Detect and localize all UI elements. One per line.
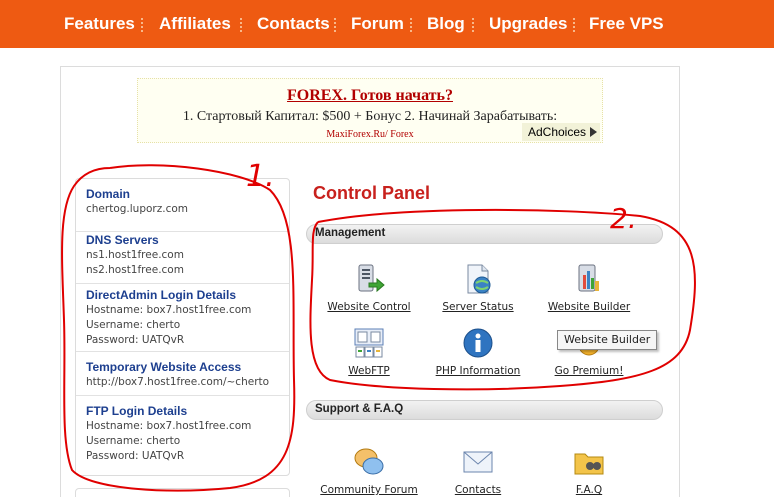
website-builder-icon bbox=[578, 264, 599, 292]
php-information-label[interactable]: PHP Information bbox=[423, 365, 533, 377]
website-control-tool[interactable]: Website Control bbox=[314, 263, 424, 323]
go-premium-label[interactable]: Go Premium! bbox=[534, 365, 644, 377]
adchoices-arrow-icon bbox=[590, 127, 597, 137]
faq-folder-icon bbox=[574, 453, 604, 475]
directadmin-heading: DirectAdmin Login Details bbox=[86, 288, 237, 302]
ftp-username: Username: cherto bbox=[86, 435, 181, 447]
server-status-tool[interactable]: Server Status bbox=[423, 263, 533, 323]
nav-affiliates[interactable]: Affiliates bbox=[159, 10, 231, 38]
nav-blog[interactable]: Blog bbox=[427, 10, 465, 38]
temp-access-section: Temporary Website Access http://box7.hos… bbox=[76, 351, 289, 395]
php-information-tool[interactable]: PHP Information bbox=[423, 327, 533, 387]
contacts-label[interactable]: Contacts bbox=[423, 484, 533, 496]
website-control-label[interactable]: Website Control bbox=[314, 301, 424, 313]
nav-separator bbox=[141, 18, 143, 32]
website-builder-label[interactable]: Website Builder bbox=[534, 301, 644, 313]
faq-label[interactable]: F.A.Q bbox=[534, 484, 644, 496]
support-header: Support & F.A.Q bbox=[306, 400, 663, 420]
php-info-icon bbox=[463, 328, 493, 358]
nav-separator bbox=[410, 18, 412, 32]
community-forum-tool[interactable]: Community Forum bbox=[314, 446, 424, 497]
community-forum-icon bbox=[354, 448, 384, 475]
nav-separator bbox=[334, 18, 336, 32]
nav-forum[interactable]: Forum bbox=[351, 10, 404, 38]
website-control-icon bbox=[358, 264, 385, 293]
contacts-tool[interactable]: Contacts bbox=[423, 446, 533, 497]
faq-tool[interactable]: F.A.Q bbox=[534, 446, 644, 497]
directadmin-hostname: Hostname: box7.host1free.com bbox=[86, 304, 252, 316]
ad-title[interactable]: FOREX. Готов начать? bbox=[138, 87, 602, 105]
nav-free-vps[interactable]: Free VPS bbox=[589, 10, 664, 38]
nav-separator bbox=[240, 18, 242, 32]
website-builder-tool[interactable]: Website Builder bbox=[534, 263, 644, 323]
webftp-label[interactable]: WebFTP bbox=[314, 365, 424, 377]
ad-banner[interactable]: FOREX. Готов начать? 1. Стартовый Капита… bbox=[137, 78, 603, 143]
website-builder-tooltip: Website Builder bbox=[557, 330, 658, 350]
temp-access-heading: Temporary Website Access bbox=[86, 360, 242, 374]
directadmin-password: Password: UATQvR bbox=[86, 334, 185, 346]
server-status-icon bbox=[467, 264, 491, 294]
nav-contacts[interactable]: Contacts bbox=[257, 10, 330, 38]
webftp-icon bbox=[354, 328, 384, 358]
dns-ns2: ns2.host1free.com bbox=[86, 264, 184, 276]
domain-value: chertog.luporz.com bbox=[86, 203, 189, 215]
adchoices-button[interactable]: AdChoices bbox=[521, 123, 600, 141]
temp-access-url: http://box7.host1free.com/~cherto bbox=[86, 376, 270, 388]
dns-ns1: ns1.host1free.com bbox=[86, 249, 184, 261]
ftp-heading: FTP Login Details bbox=[86, 404, 188, 418]
management-label: Management bbox=[315, 227, 386, 239]
ftp-hostname: Hostname: box7.host1free.com bbox=[86, 420, 252, 432]
account-info-panel: Domain chertog.luporz.com DNS Servers ns… bbox=[75, 178, 290, 476]
control-panel-title: Control Panel bbox=[313, 183, 431, 203]
secondary-panel bbox=[75, 488, 290, 497]
adchoices-label: AdChoices bbox=[527, 125, 586, 139]
nav-features[interactable]: Features bbox=[64, 10, 135, 38]
directadmin-section: DirectAdmin Login Details Hostname: box7… bbox=[76, 283, 289, 351]
nav-upgrades[interactable]: Upgrades bbox=[489, 10, 567, 38]
dns-section: DNS Servers ns1.host1free.com ns2.host1f… bbox=[76, 231, 289, 283]
community-forum-label[interactable]: Community Forum bbox=[314, 484, 424, 496]
nav-separator bbox=[472, 18, 474, 32]
contacts-mail-icon bbox=[463, 451, 493, 473]
domain-heading: Domain bbox=[86, 187, 131, 201]
ftp-section: FTP Login Details Hostname: box7.host1fr… bbox=[76, 395, 289, 473]
server-status-label[interactable]: Server Status bbox=[423, 301, 533, 313]
nav-separator bbox=[573, 18, 575, 32]
webftp-tool[interactable]: WebFTP bbox=[314, 327, 424, 387]
ftp-password: Password: UATQvR bbox=[86, 450, 185, 462]
management-header: Management bbox=[306, 224, 663, 244]
domain-section: Domain chertog.luporz.com bbox=[76, 187, 289, 231]
support-label: Support & F.A.Q bbox=[315, 403, 404, 415]
directadmin-username: Username: cherto bbox=[86, 319, 181, 331]
top-navigation: Features Affiliates Contacts Forum Blog … bbox=[0, 0, 774, 56]
dns-heading: DNS Servers bbox=[86, 233, 159, 247]
